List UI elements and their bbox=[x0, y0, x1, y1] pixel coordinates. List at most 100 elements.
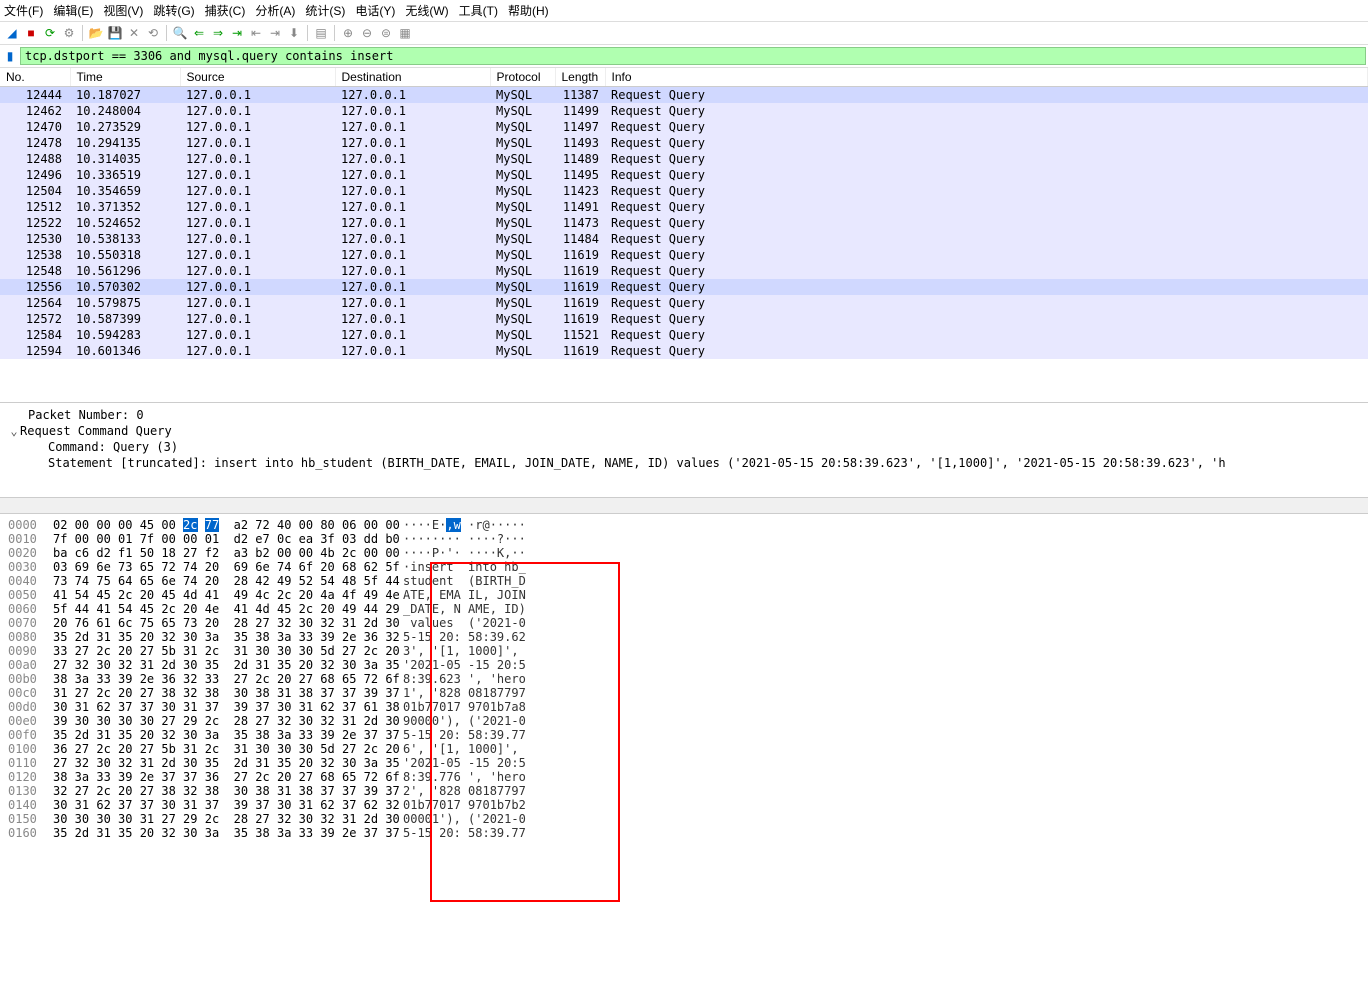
hex-bytes: 02 00 00 00 45 00 2c 77 a2 72 40 00 80 0… bbox=[53, 518, 403, 532]
column-header-source[interactable]: Source bbox=[180, 68, 335, 87]
hex-row[interactable]: 008035 2d 31 35 20 32 30 3a 35 38 3a 33 … bbox=[8, 630, 1360, 644]
hex-row[interactable]: 0020ba c6 d2 f1 50 18 27 f2 a3 b2 00 00 … bbox=[8, 546, 1360, 560]
hex-row[interactable]: 007020 76 61 6c 75 65 73 20 28 27 32 30 … bbox=[8, 616, 1360, 630]
menu-go[interactable]: 跳转(G) bbox=[153, 2, 194, 19]
tree-toggle-icon[interactable]: ⌄ bbox=[8, 424, 20, 438]
hex-row[interactable]: 014030 31 62 37 37 30 31 37 39 37 30 31 … bbox=[8, 798, 1360, 812]
hex-row[interactable]: 00107f 00 00 01 7f 00 00 01 d2 e7 0c ea … bbox=[8, 532, 1360, 546]
save-file-icon[interactable]: 💾 bbox=[107, 25, 123, 41]
column-header-protocol[interactable]: Protocol bbox=[490, 68, 555, 87]
open-file-icon[interactable]: 📂 bbox=[88, 25, 104, 41]
hex-row[interactable]: 004073 74 75 64 65 6e 74 20 28 42 49 52 … bbox=[8, 574, 1360, 588]
column-header-length[interactable]: Length bbox=[555, 68, 605, 87]
hex-row[interactable]: 005041 54 45 2c 20 45 4d 41 49 4c 2c 20 … bbox=[8, 588, 1360, 602]
packet-row[interactable]: 1256410.579875127.0.0.1127.0.0.1MySQL116… bbox=[0, 295, 1368, 311]
hex-row[interactable]: 012038 3a 33 39 2e 37 37 36 27 2c 20 27 … bbox=[8, 770, 1360, 784]
display-filter-input[interactable] bbox=[20, 47, 1366, 65]
packet-bytes-pane[interactable]: 000002 00 00 00 45 00 2c 77 a2 72 40 00 … bbox=[0, 514, 1368, 844]
menu-view[interactable]: 视图(V) bbox=[103, 2, 143, 19]
packet-row[interactable]: 1250410.354659127.0.0.1127.0.0.1MySQL114… bbox=[0, 183, 1368, 199]
hex-row[interactable]: 000002 00 00 00 45 00 2c 77 a2 72 40 00 … bbox=[8, 518, 1360, 532]
go-first-icon[interactable]: ⇤ bbox=[248, 25, 264, 41]
hex-ascii: 2', '828 08187797 bbox=[403, 784, 526, 798]
stop-capture-icon[interactable]: ■ bbox=[23, 25, 39, 41]
packet-row[interactable]: 1244410.187027127.0.0.1127.0.0.1MySQL113… bbox=[0, 87, 1368, 104]
packet-row[interactable]: 1246210.248004127.0.0.1127.0.0.1MySQL114… bbox=[0, 103, 1368, 119]
packet-row[interactable]: 1248810.314035127.0.0.1127.0.0.1MySQL114… bbox=[0, 151, 1368, 167]
packet-row[interactable]: 1258410.594283127.0.0.1127.0.0.1MySQL115… bbox=[0, 327, 1368, 343]
menu-capture[interactable]: 捕获(C) bbox=[205, 2, 246, 19]
reload-icon[interactable]: ⟲ bbox=[145, 25, 161, 41]
close-file-icon[interactable]: ✕ bbox=[126, 25, 142, 41]
menu-telephony[interactable]: 电话(Y) bbox=[355, 2, 395, 19]
column-header-destination[interactable]: Destination bbox=[335, 68, 490, 87]
column-header-time[interactable]: Time bbox=[70, 68, 180, 87]
hex-row[interactable]: 013032 27 2c 20 27 38 32 38 30 38 31 38 … bbox=[8, 784, 1360, 798]
packet-details-pane[interactable]: Packet Number: 0 ⌄Request Command Query … bbox=[0, 403, 1368, 498]
packet-list-pane[interactable]: No. Time Source Destination Protocol Len… bbox=[0, 68, 1368, 403]
packet-row[interactable]: 1259410.601346127.0.0.1127.0.0.1MySQL116… bbox=[0, 343, 1368, 359]
detail-command[interactable]: Command: Query (3) bbox=[8, 439, 1360, 455]
menu-file[interactable]: 文件(F) bbox=[4, 2, 43, 19]
zoom-reset-icon[interactable]: ⊜ bbox=[378, 25, 394, 41]
packet-row[interactable]: 1252210.524652127.0.0.1127.0.0.1MySQL114… bbox=[0, 215, 1368, 231]
cell-info: Request Query bbox=[605, 103, 1368, 119]
zoom-out-icon[interactable]: ⊖ bbox=[359, 25, 375, 41]
go-last-icon[interactable]: ⇥ bbox=[267, 25, 283, 41]
menu-wireless[interactable]: 无线(W) bbox=[405, 2, 448, 19]
hex-row[interactable]: 00605f 44 41 54 45 2c 20 4e 41 4d 45 2c … bbox=[8, 602, 1360, 616]
capture-options-icon[interactable]: ⚙ bbox=[61, 25, 77, 41]
find-icon[interactable]: 🔍 bbox=[172, 25, 188, 41]
cell-source: 127.0.0.1 bbox=[180, 183, 335, 199]
packet-row[interactable]: 1255610.570302127.0.0.1127.0.0.1MySQL116… bbox=[0, 279, 1368, 295]
hex-offset: 00b0 bbox=[8, 672, 53, 686]
packet-row[interactable]: 1249610.336519127.0.0.1127.0.0.1MySQL114… bbox=[0, 167, 1368, 183]
cell-protocol: MySQL bbox=[490, 231, 555, 247]
colorize-icon[interactable]: ▤ bbox=[313, 25, 329, 41]
start-capture-icon[interactable]: ◢ bbox=[4, 25, 20, 41]
zoom-in-icon[interactable]: ⊕ bbox=[340, 25, 356, 41]
hex-row[interactable]: 011027 32 30 32 31 2d 30 35 2d 31 35 20 … bbox=[8, 756, 1360, 770]
hex-row[interactable]: 015030 30 30 30 31 27 29 2c 28 27 32 30 … bbox=[8, 812, 1360, 826]
cell-info: Request Query bbox=[605, 215, 1368, 231]
packet-row[interactable]: 1253810.550318127.0.0.1127.0.0.1MySQL116… bbox=[0, 247, 1368, 263]
hex-row[interactable]: 00f035 2d 31 35 20 32 30 3a 35 38 3a 33 … bbox=[8, 728, 1360, 742]
cell-length: 11495 bbox=[555, 167, 605, 183]
packet-row[interactable]: 1247810.294135127.0.0.1127.0.0.1MySQL114… bbox=[0, 135, 1368, 151]
packet-row[interactable]: 1251210.371352127.0.0.1127.0.0.1MySQL114… bbox=[0, 199, 1368, 215]
go-to-packet-icon[interactable]: ⇥ bbox=[229, 25, 245, 41]
go-forward-icon[interactable]: ⇒ bbox=[210, 25, 226, 41]
detail-request-command[interactable]: ⌄Request Command Query bbox=[8, 423, 1360, 439]
hex-row[interactable]: 010036 27 2c 20 27 5b 31 2c 31 30 30 30 … bbox=[8, 742, 1360, 756]
detail-packet-number[interactable]: Packet Number: 0 bbox=[8, 407, 1360, 423]
detail-statement[interactable]: Statement [truncated]: insert into hb_st… bbox=[8, 455, 1360, 471]
hex-row[interactable]: 009033 27 2c 20 27 5b 31 2c 31 30 30 30 … bbox=[8, 644, 1360, 658]
go-back-icon[interactable]: ⇐ bbox=[191, 25, 207, 41]
hex-row[interactable]: 003003 69 6e 73 65 72 74 20 69 6e 74 6f … bbox=[8, 560, 1360, 574]
column-header-no[interactable]: No. bbox=[0, 68, 70, 87]
menu-tools[interactable]: 工具(T) bbox=[459, 2, 498, 19]
packet-row[interactable]: 1253010.538133127.0.0.1127.0.0.1MySQL114… bbox=[0, 231, 1368, 247]
hex-row[interactable]: 00d030 31 62 37 37 30 31 37 39 37 30 31 … bbox=[8, 700, 1360, 714]
hex-bytes: 03 69 6e 73 65 72 74 20 69 6e 74 6f 20 6… bbox=[53, 560, 403, 574]
resize-columns-icon[interactable]: ▦ bbox=[397, 25, 413, 41]
hex-row[interactable]: 016035 2d 31 35 20 32 30 3a 35 38 3a 33 … bbox=[8, 826, 1360, 840]
menu-analyze[interactable]: 分析(A) bbox=[255, 2, 295, 19]
packet-row[interactable]: 1254810.561296127.0.0.1127.0.0.1MySQL116… bbox=[0, 263, 1368, 279]
hex-row[interactable]: 00c031 27 2c 20 27 38 32 38 30 38 31 38 … bbox=[8, 686, 1360, 700]
hex-row[interactable]: 00b038 3a 33 39 2e 36 32 33 27 2c 20 27 … bbox=[8, 672, 1360, 686]
packet-row[interactable]: 1257210.587399127.0.0.1127.0.0.1MySQL116… bbox=[0, 311, 1368, 327]
menu-help[interactable]: 帮助(H) bbox=[508, 2, 549, 19]
auto-scroll-icon[interactable]: ⬇ bbox=[286, 25, 302, 41]
cell-info: Request Query bbox=[605, 183, 1368, 199]
menu-stats[interactable]: 统计(S) bbox=[305, 2, 345, 19]
packet-row[interactable]: 1247010.273529127.0.0.1127.0.0.1MySQL114… bbox=[0, 119, 1368, 135]
hex-row[interactable]: 00a027 32 30 32 31 2d 30 35 2d 31 35 20 … bbox=[8, 658, 1360, 672]
bookmark-filter-icon[interactable]: ▮ bbox=[2, 48, 18, 64]
horizontal-scrollbar[interactable] bbox=[0, 498, 1368, 514]
hex-row[interactable]: 00e039 30 30 30 30 27 29 2c 28 27 32 30 … bbox=[8, 714, 1360, 728]
menu-edit[interactable]: 编辑(E) bbox=[53, 2, 93, 19]
restart-capture-icon[interactable]: ⟳ bbox=[42, 25, 58, 41]
cell-protocol: MySQL bbox=[490, 343, 555, 359]
column-header-info[interactable]: Info bbox=[605, 68, 1368, 87]
